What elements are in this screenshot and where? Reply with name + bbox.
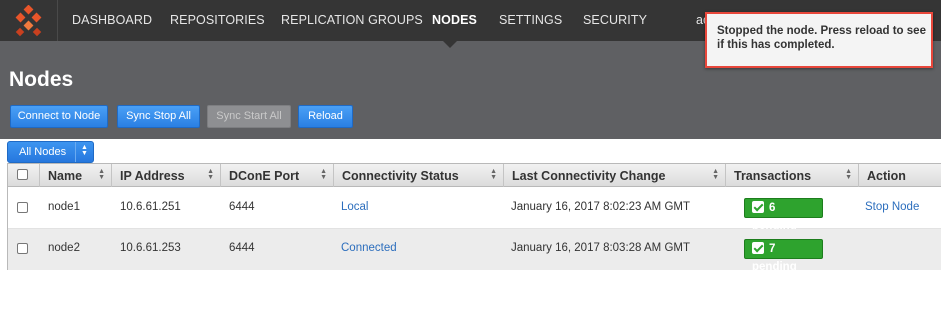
column-name[interactable]: Name ▲ ▼ (40, 164, 112, 187)
column-ip-address[interactable]: IP Address ▲ ▼ (112, 164, 221, 187)
sort-icon: ▲ ▼ (712, 168, 719, 181)
notification-toast: Stopped the node. Press reload to see if… (705, 12, 933, 68)
column-transactions[interactable]: Transactions ▲ ▼ (726, 164, 859, 187)
sort-icon: ▲ ▼ (490, 168, 497, 181)
filter-label: All Nodes (19, 146, 67, 158)
column-label: Last Connectivity Change (512, 169, 666, 183)
node-port: 6444 (229, 201, 255, 213)
select-all-checkbox[interactable] (17, 169, 28, 180)
filter-divider (75, 142, 76, 162)
nav-nodes[interactable]: NODES (432, 13, 477, 27)
page-title: Nodes (9, 68, 74, 91)
app-logo[interactable] (0, 0, 58, 41)
row-checkbox[interactable] (17, 243, 28, 254)
column-last-connectivity-change[interactable]: Last Connectivity Change ▲ ▼ (504, 164, 726, 187)
active-nav-caret-icon (443, 41, 457, 48)
sort-icon: ▲ ▼ (98, 168, 105, 181)
nav-replication-groups[interactable]: REPLICATION GROUPS (281, 13, 423, 27)
column-action: Action (859, 164, 941, 187)
check-icon (752, 201, 764, 213)
column-label: Connectivity Status (342, 169, 459, 183)
column-connectivity-status[interactable]: Connectivity Status ▲ ▼ (334, 164, 504, 187)
sort-icon: ▲ ▼ (320, 168, 327, 181)
connect-to-node-button[interactable]: Connect to Node (10, 105, 108, 128)
node-ip: 10.6.61.253 (120, 242, 181, 254)
nav-security[interactable]: SECURITY (583, 13, 647, 27)
column-label: DConE Port (229, 169, 300, 183)
sort-icon: ▲ ▼ (207, 168, 214, 181)
check-icon (752, 242, 764, 254)
transactions-badge[interactable]: 7 pending (744, 239, 823, 273)
sync-stop-all-button[interactable]: Sync Stop All (117, 105, 200, 128)
node-port: 6444 (229, 242, 255, 254)
table-row: node2 10.6.61.253 6444 Connected January… (8, 229, 941, 273)
node-filter-select[interactable]: All Nodes ▲ ▼ (7, 141, 94, 163)
column-label: Name (48, 169, 83, 183)
logo-icon (15, 5, 42, 37)
header-select-all (8, 164, 40, 187)
last-change-time: January 16, 2017 8:03:28 AM GMT (511, 242, 690, 254)
column-label: Transactions (734, 169, 812, 183)
connectivity-status-link[interactable]: Local (341, 201, 369, 213)
sort-icon: ▲ ▼ (845, 168, 852, 181)
select-arrows-icon: ▲ ▼ (81, 144, 88, 157)
toast-message: Stopped the node. Press reload to see if… (717, 25, 926, 51)
table-row: node1 10.6.61.251 6444 Local January 16,… (8, 188, 941, 232)
last-change-time: January 16, 2017 8:02:23 AM GMT (511, 201, 690, 213)
sync-start-all-button: Sync Start All (207, 105, 291, 128)
node-name: node2 (48, 242, 80, 254)
row-checkbox[interactable] (17, 202, 28, 213)
column-dcone-port[interactable]: DConE Port ▲ ▼ (221, 164, 334, 187)
connectivity-status-link[interactable]: Connected (341, 242, 397, 254)
column-label: IP Address (120, 169, 185, 183)
reload-button[interactable]: Reload (298, 105, 353, 128)
nav-repositories[interactable]: REPOSITORIES (170, 13, 265, 27)
table-header: Name ▲ ▼ IP Address ▲ ▼ DConE Port ▲ ▼ Conn… (8, 164, 941, 187)
column-label: Action (867, 169, 906, 183)
nav-dashboard[interactable]: DASHBOARD (72, 13, 152, 27)
node-ip: 10.6.61.251 (120, 201, 181, 213)
nav-settings[interactable]: SETTINGS (499, 13, 562, 27)
transactions-badge[interactable]: 6 pending (744, 198, 823, 232)
node-name: node1 (48, 201, 80, 213)
stop-node-link[interactable]: Stop Node (865, 201, 919, 213)
nodes-table: Name ▲ ▼ IP Address ▲ ▼ DConE Port ▲ ▼ Conn… (7, 163, 941, 273)
